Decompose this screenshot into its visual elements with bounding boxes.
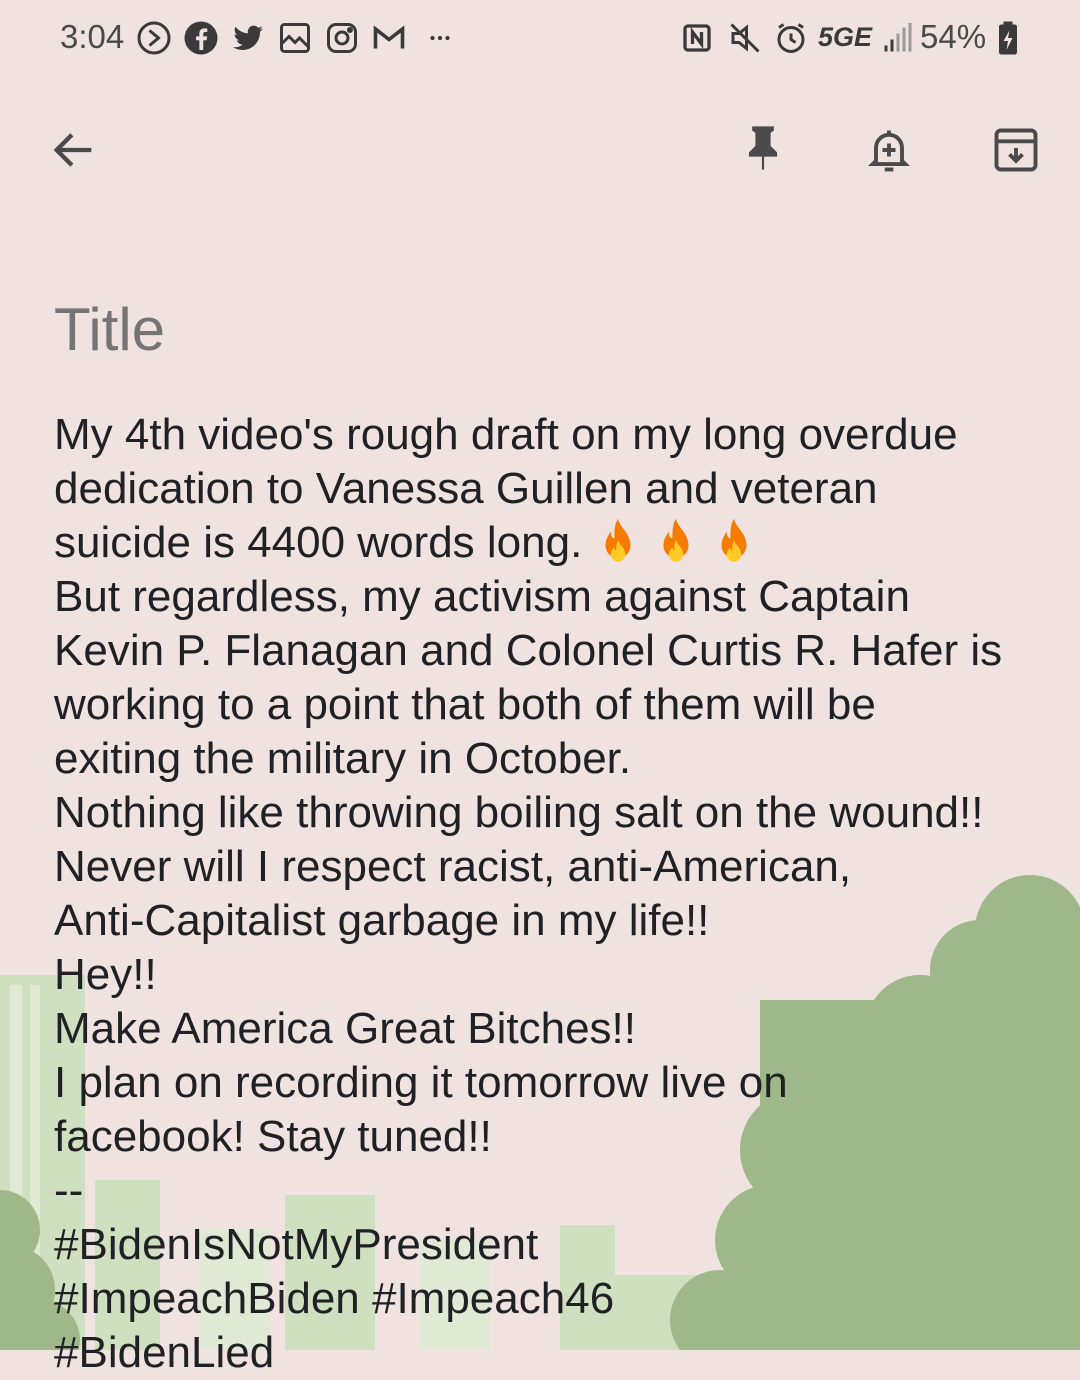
pin-button[interactable]	[727, 112, 799, 184]
note-line: #ImpeachBiden #Impeach46	[54, 1274, 615, 1323]
nfc-icon	[677, 18, 717, 58]
bell-plus-icon	[868, 130, 910, 172]
note-line: working to a point that both of them wil…	[54, 680, 876, 729]
battery-icon	[988, 18, 1028, 58]
gmail-icon	[369, 18, 409, 58]
note-editor: My 4th video's rough draft on my long ov…	[54, 290, 1044, 1380]
fire-emoji-icon	[663, 518, 689, 562]
note-line: My 4th video's rough draft on my long ov…	[54, 410, 958, 459]
twitter-icon	[228, 18, 268, 58]
note-line: Kevin P. Flanagan and Colonel Curtis R. …	[54, 626, 1003, 675]
signal-icon	[878, 18, 918, 58]
back-button[interactable]	[38, 114, 110, 186]
facebook-icon	[181, 18, 221, 58]
note-line: Never will I respect racist, anti-Americ…	[54, 842, 852, 891]
instagram-icon	[322, 18, 362, 58]
title-input[interactable]	[54, 290, 954, 370]
note-line: Nothing like throwing boiling salt on th…	[54, 788, 984, 837]
reminder-button[interactable]	[853, 114, 925, 186]
archive-icon	[994, 128, 1038, 172]
alarm-icon	[771, 18, 811, 58]
note-line: suicide is 4400 words long.	[54, 516, 1044, 570]
note-body[interactable]: My 4th video's rough draft on my long ov…	[54, 408, 1044, 1380]
note-line: But regardless, my activism against Capt…	[54, 572, 910, 621]
note-line-text: suicide is 4400 words long.	[54, 518, 583, 567]
status-bar: 3:04 5GE 54%	[0, 0, 1080, 78]
note-line: Anti-Capitalist garbage in my life!!	[54, 896, 710, 945]
battery-percent: 54%	[920, 18, 987, 55]
note-line: dedication to Vanessa Guillen and vetera…	[54, 464, 878, 513]
note-line: --	[54, 1166, 84, 1215]
archive-button[interactable]	[980, 114, 1052, 186]
fire-emoji-icon	[721, 518, 747, 562]
note-line: facebook! Stay tuned!!	[54, 1112, 492, 1161]
gallery-icon	[275, 18, 315, 58]
note-line: exiting the military in October.	[54, 734, 632, 783]
pocket-casts-icon	[134, 18, 174, 58]
note-line: Hey!!	[54, 950, 157, 999]
mute-icon	[725, 18, 765, 58]
network-type: 5GE	[818, 22, 873, 52]
more-icon	[422, 18, 458, 58]
note-line: I plan on recording it tomorrow live on	[54, 1058, 788, 1107]
note-line: Make America Great Bitches!!	[54, 1004, 636, 1053]
note-line: #BidenIsNotMyPresident	[54, 1220, 539, 1269]
note-line: #BidenLied	[54, 1328, 275, 1377]
status-time: 3:04	[60, 18, 125, 55]
fire-emoji-icon	[605, 518, 631, 562]
arrow-left-icon	[53, 133, 92, 167]
pin-icon	[748, 126, 778, 170]
note-toolbar	[0, 100, 1080, 200]
